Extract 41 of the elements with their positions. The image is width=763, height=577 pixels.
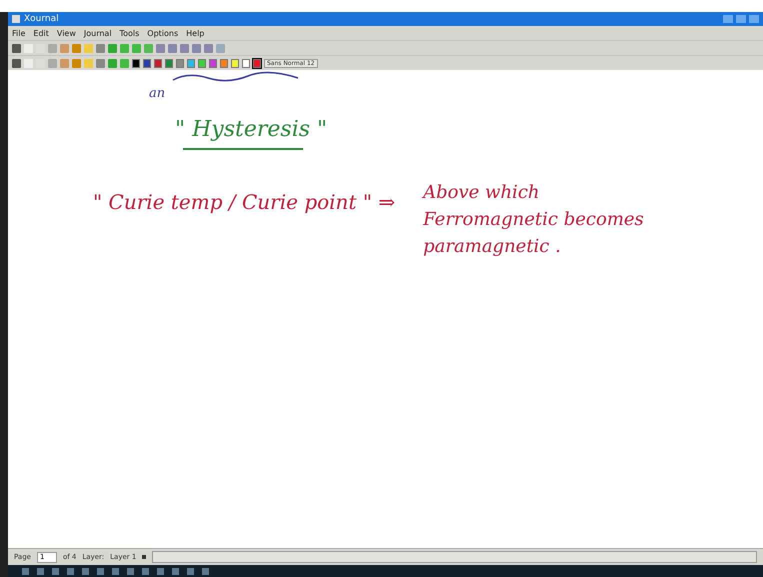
handwritten-heading: " Hysteresis " [175,117,328,142]
color-swatch[interactable] [231,58,239,68]
taskbar-icon[interactable] [202,568,209,574]
menu-item[interactable]: Help [186,28,204,38]
menu-item[interactable]: Edit [33,28,49,38]
app-icon [12,15,20,23]
menu-item[interactable]: File [12,28,26,38]
menu-item[interactable]: Journal [84,28,112,38]
color-swatch[interactable] [165,58,173,68]
handwritten-note: paramagnetic . [423,236,562,257]
color-swatch[interactable] [198,58,206,68]
handwritten-note: " Curie temp / Curie point " ⇒ [93,189,396,216]
color-swatch[interactable] [132,58,140,68]
menu-item[interactable]: Tools [120,28,140,38]
window-title: Xournal [24,14,59,24]
menu-item[interactable]: View [56,28,76,38]
taskbar-icon[interactable] [187,568,194,574]
taskbar-icon[interactable] [67,568,74,574]
taskbar-icon[interactable] [112,568,119,574]
taskbar-icon[interactable] [22,568,29,574]
taskbar-icon[interactable] [142,568,149,574]
taskbar-icon[interactable] [157,568,164,574]
menu-item[interactable]: Options [147,28,178,38]
handwritten-note: Ferromagnetic becomes [423,209,644,230]
color-swatch[interactable] [220,58,228,68]
color-swatch[interactable] [154,58,162,68]
taskbar-icon[interactable] [172,568,179,574]
color-swatch[interactable] [253,58,261,68]
taskbar-icon[interactable] [82,568,89,574]
color-swatch[interactable] [242,58,250,68]
dropdown-icon[interactable] [142,555,146,559]
taskbar-icon[interactable] [37,568,44,574]
color-swatch[interactable] [187,58,195,68]
taskbar-icon[interactable] [52,568,59,574]
handwritten-note: Above which [423,182,540,203]
taskbar-icon[interactable] [127,568,134,574]
color-swatch[interactable] [209,58,217,68]
handwritten-note: an [149,86,166,101]
color-swatch[interactable] [143,58,151,68]
color-swatch[interactable] [176,58,184,68]
taskbar-icon[interactable] [97,568,104,574]
